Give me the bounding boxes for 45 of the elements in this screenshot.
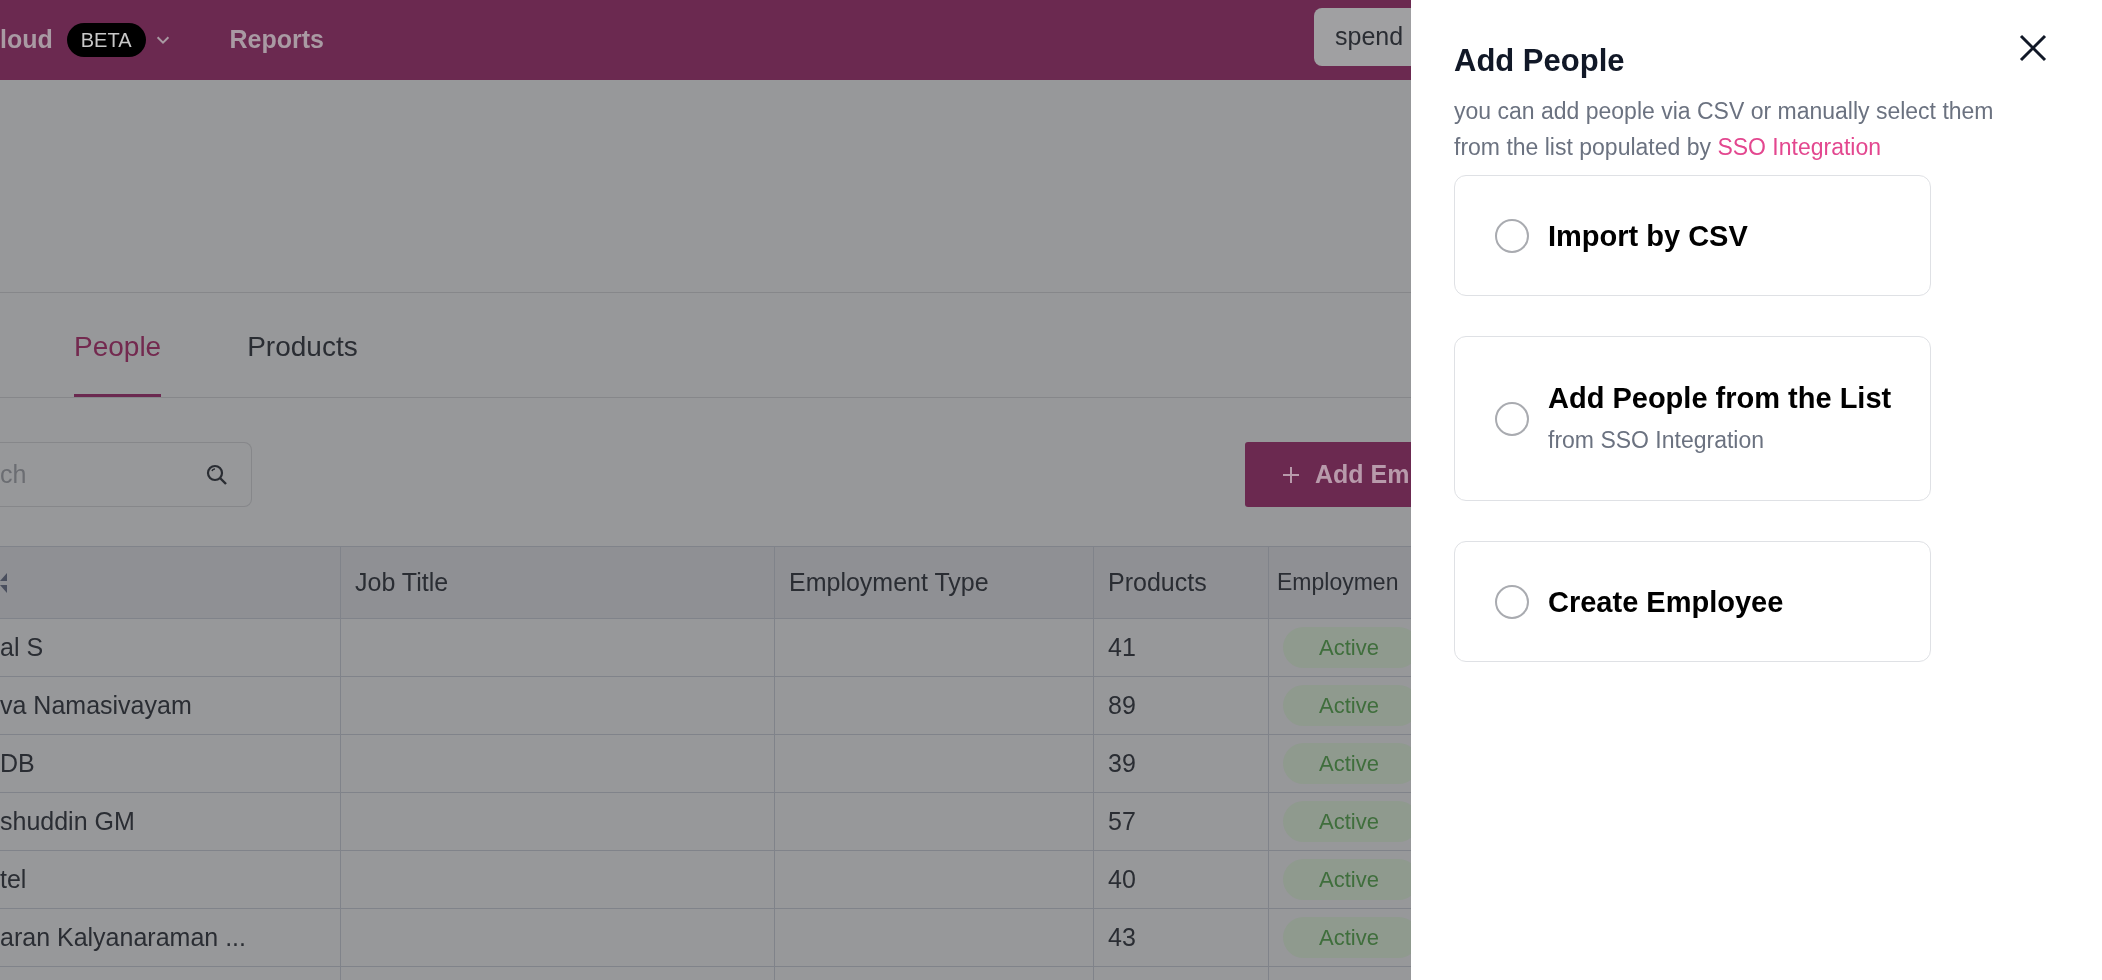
radio-button[interactable] [1495,584,1529,619]
table-cell: va Namasivayam [0,677,341,734]
table-cell: 57 [1094,793,1269,850]
table-cell: tel [0,851,341,908]
close-button[interactable] [2019,34,2047,62]
panel-title: Add People [1454,42,1625,80]
option-label: Add People from the List [1548,381,1892,417]
beta-badge: BETA [66,23,146,57]
table-cell: 41 [1094,619,1269,676]
status-badge: Active [1283,743,1411,784]
column-header[interactable]: Employmen [1269,547,1411,618]
tab[interactable]: People [74,326,162,397]
table-cell: DB [0,735,341,792]
panel-description: you can add people via CSV or manually select them from the list populated by SSO Integration [1454,97,1995,162]
tab[interactable]: Products [247,326,358,397]
option-label: Create Employee [1548,584,1784,620]
column-header[interactable]: Products [1094,547,1269,618]
radio-button[interactable] [1495,218,1529,253]
option-label: Import by CSV [1548,218,1748,254]
table-cell: 39 [1094,735,1269,792]
table-cell: 40 [1094,851,1269,908]
brand-name: loud [0,24,53,56]
status-badge: Active [1283,859,1411,900]
option-card[interactable]: Add People from the List from SSO Integration [1454,336,1931,501]
plus-icon [1281,464,1301,485]
option-sublabel: from SSO Integration [1548,426,1766,456]
status-badge: Active [1283,801,1411,842]
radio-button[interactable] [1495,401,1529,436]
table-cell: al S [0,619,341,676]
sso-integration-link[interactable]: SSO Integration [1717,134,1882,160]
option-card[interactable]: Create Employee [1454,541,1931,662]
search-field[interactable]: spend [1314,8,1411,66]
status-badge: Active [1283,917,1411,958]
status-badge: Active [1283,627,1411,668]
search-icon [205,462,229,487]
column-header[interactable]: Employment Type [775,547,1094,618]
add-employee-button[interactable]: Add Em [1245,442,1411,507]
table-cell: 43 [1094,909,1269,966]
table-cell: shuddin GM [0,793,341,850]
column-header[interactable]: Job Title [341,547,775,618]
table-cell: aran Kalyanaraman ... [0,909,341,966]
table-cell: 89 [1094,677,1269,734]
option-card[interactable]: Import by CSV [1454,175,1931,296]
nav-link[interactable]: Reports [229,21,324,59]
status-badge: Active [1283,685,1411,726]
